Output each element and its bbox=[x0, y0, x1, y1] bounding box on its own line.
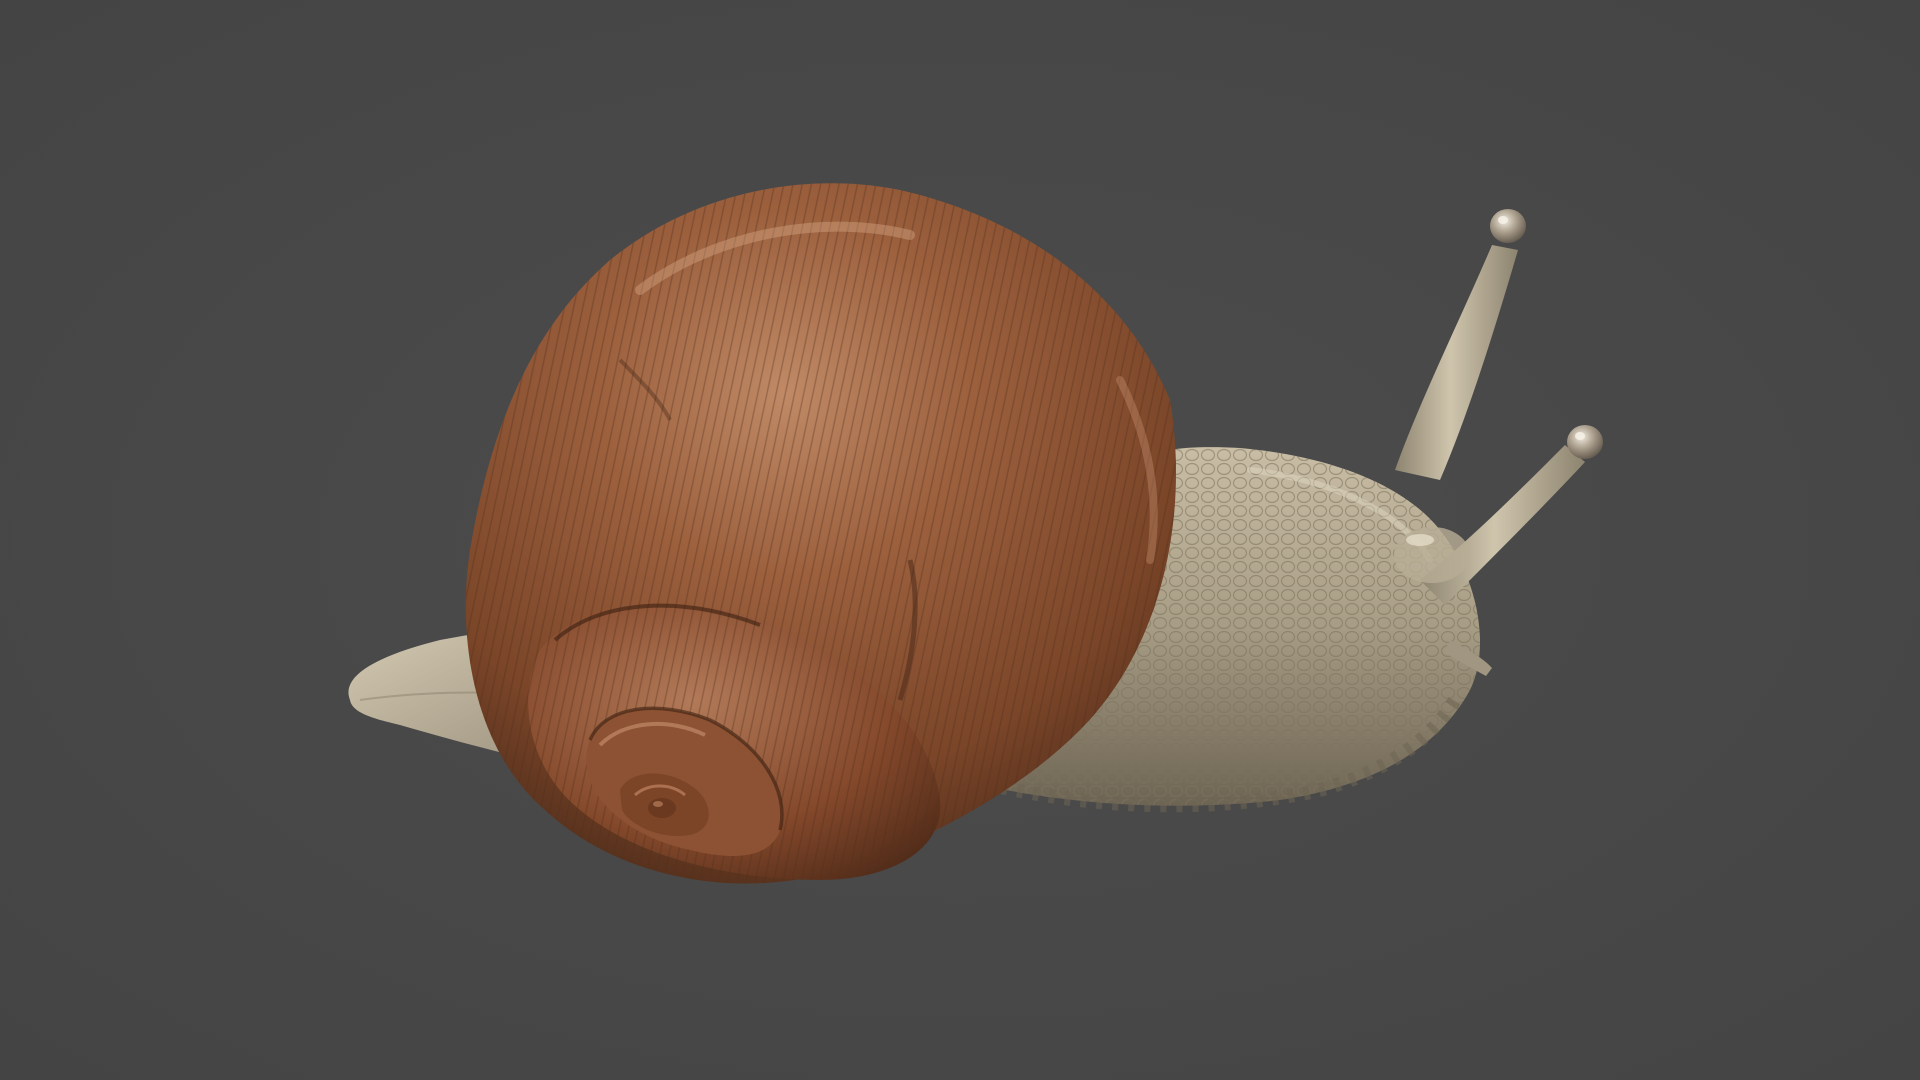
3d-viewport[interactable] bbox=[0, 0, 1920, 1080]
eye-stalk-tip-right bbox=[1567, 425, 1603, 459]
eye-stalk-tip-left bbox=[1490, 209, 1526, 243]
shell-apex bbox=[648, 798, 676, 818]
tentacle-left bbox=[1395, 245, 1518, 480]
snail-render bbox=[348, 183, 1603, 884]
